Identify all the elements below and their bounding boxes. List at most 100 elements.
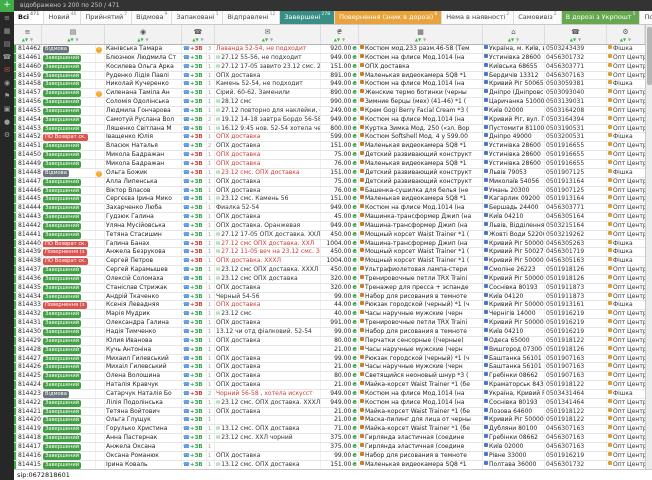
- tab-more[interactable]: Повн: [640, 11, 652, 24]
- call-button[interactable]: ☎+ЗВ: [182, 310, 207, 318]
- tab-ukrposhta[interactable]: В дорозі з Укрпошт5: [562, 11, 641, 24]
- call-button[interactable]: ☎+ЗВ: [182, 248, 207, 256]
- call-button[interactable]: ☎+ЗВ: [182, 178, 207, 186]
- table-row[interactable]: 814458ЗавершенийНиколай Кучеренко☎+ЗВ1Ка…: [14, 80, 645, 89]
- calls-icon[interactable]: ☎: [0, 51, 14, 64]
- table-row[interactable]: 814433Повернення (зКсенія Левадняя☎+ЗВ1О…: [14, 301, 645, 310]
- products-column[interactable]: ▦▲▼▼: [359, 25, 483, 44]
- table-row[interactable]: 814418ЗавершенийАнна Пастернак☎+ЗВ1✉23.1…: [14, 434, 645, 443]
- call-button[interactable]: ☎+ЗВ: [182, 328, 207, 336]
- table-row[interactable]: 814450ЗавершенийМикола Бадражан☎+ЗВ1ОПХ …: [14, 151, 645, 160]
- filter-funnel-icon[interactable]: ▼: [270, 37, 273, 42]
- order-id-link[interactable]: 814418: [17, 434, 42, 442]
- row-menu-column[interactable]: ≡▲▼▼: [14, 25, 42, 44]
- call-button[interactable]: ☎+ЗВ: [182, 284, 207, 292]
- call-button[interactable]: ☎+ЗВ: [182, 416, 207, 424]
- table-row[interactable]: 814426ЗавершенийМихаіл Гилевський☎+ЗВ1ОП…: [14, 363, 645, 372]
- call-button[interactable]: ☎+ЗВ: [182, 408, 207, 416]
- sort-arrows-icon[interactable]: ▲▼: [334, 37, 340, 42]
- table-row[interactable]: 814449ЗавершенийМикола Бадражан☎+ЗВ1ОПХ …: [14, 160, 645, 169]
- mail-icon[interactable]: ✉: [0, 64, 14, 77]
- sort-arrows-icon[interactable]: ▲▼: [67, 37, 73, 42]
- call-button[interactable]: ☎+ЗВ: [182, 125, 207, 133]
- delivery-column[interactable]: ⌂▲▼▼: [483, 25, 545, 44]
- table-row[interactable]: 814420ЗавершенийОльга Глущук☎+ЗВ121.00₴М…: [14, 416, 645, 425]
- table-row[interactable]: 814441ЗавершенийТетяна Стасишин☎+ЗВ1✉27.…: [14, 231, 645, 240]
- call-button[interactable]: ☎+ЗВ: [182, 89, 207, 97]
- tab-out-of-stock[interactable]: Нема в наявності2: [442, 11, 514, 24]
- scrollbar-thumb[interactable]: [647, 27, 652, 85]
- order-id-link[interactable]: 814446: [17, 187, 42, 195]
- call-button[interactable]: ☎+ЗВ: [182, 434, 207, 442]
- order-id-link[interactable]: 814416: [17, 452, 42, 460]
- order-id-link[interactable]: 814461: [17, 54, 42, 62]
- tab-done[interactable]: Завершені278: [280, 11, 335, 24]
- sort-arrows-icon[interactable]: ▲▼: [262, 37, 268, 42]
- sort-arrows-icon[interactable]: ▲▼: [570, 37, 576, 42]
- reports-icon[interactable]: ▣: [0, 103, 14, 116]
- add-order-button[interactable]: +: [0, 0, 14, 12]
- call-button[interactable]: ☎+ЗВ: [182, 204, 207, 212]
- order-id-link[interactable]: 814430: [17, 328, 42, 336]
- order-id-link[interactable]: 814428: [17, 346, 42, 354]
- table-row[interactable]: 814417ЗавершенийАнжела Оксана☎+ЗВ1375.00…: [14, 443, 645, 452]
- table-row[interactable]: 814455ЗавершенийЛюдмила Гончарова☎+ЗВ1✉2…: [14, 107, 645, 116]
- comments-column[interactable]: ✉▲▼▼: [215, 25, 321, 44]
- contacts-icon[interactable]: ◉: [0, 77, 14, 90]
- call-button[interactable]: ☎+ЗВ: [182, 425, 207, 433]
- flag-icon[interactable]: ⚑: [0, 90, 14, 103]
- filter-funnel-icon[interactable]: ▼: [76, 37, 79, 42]
- table-row[interactable]: 814446ЗавершенийВіктор Власов☎+ЗВ1ОПХ до…: [14, 187, 645, 196]
- call-button[interactable]: ☎+ЗВ: [182, 133, 207, 141]
- filter-funnel-icon[interactable]: ▼: [516, 37, 519, 42]
- call-button[interactable]: ☎+ЗВ: [182, 169, 207, 177]
- table-row[interactable]: 814429ЗавершенийЮлия Иванова☎+ЗВ1ОПХ дос…: [14, 337, 645, 346]
- table-row[interactable]: 814424ЗавершенийНаталія Кравчук☎+ЗВ1ОПХ …: [14, 381, 645, 390]
- table-row[interactable]: 814435ЗавершенийСтаніслав Стрижак☎+ЗВ1ОП…: [14, 284, 645, 293]
- order-id-link[interactable]: 814438: [17, 257, 42, 265]
- order-id-link[interactable]: 814457: [17, 89, 42, 97]
- table-row[interactable]: 814423ВідмоваСатарчук Наталія Бо☎+ЗВ2Чор…: [14, 390, 645, 399]
- order-id-link[interactable]: 814419: [17, 425, 42, 433]
- phone-column[interactable]: ☎▲▼▼: [545, 25, 607, 44]
- table-row[interactable]: 814416ЗавершенийОксана Романюк☎+ЗВ1ОПХ д…: [14, 452, 645, 461]
- call-button[interactable]: ☎+ЗВ: [182, 275, 207, 283]
- table-row[interactable]: 814451ЗавершенийВласюк Наталья☎+ЗВ2ОПХ д…: [14, 142, 645, 151]
- call-button[interactable]: ☎+ЗВ: [182, 355, 207, 363]
- status-icon[interactable]: ●: [0, 116, 14, 129]
- call-button[interactable]: ☎+ЗВ: [182, 399, 207, 407]
- tab-sent[interactable]: Відправлені12: [223, 11, 280, 24]
- table-row[interactable]: 814421ЗавершенийТетяна Войтович☎+ЗВ1ОПХ …: [14, 408, 645, 417]
- call-button[interactable]: ☎+ЗВ: [182, 45, 207, 53]
- call-button[interactable]: ☎+ЗВ: [182, 107, 207, 115]
- call-button[interactable]: ☎+ЗВ: [182, 116, 207, 124]
- order-id-link[interactable]: 814454: [17, 116, 42, 124]
- sort-arrows-icon[interactable]: ▲▼: [192, 37, 198, 42]
- table-row[interactable]: 814456ЗавершенийСоломія Одолінська☎+ЗВ1✉…: [14, 98, 645, 107]
- filter-funnel-icon[interactable]: ▼: [423, 37, 426, 42]
- call-button[interactable]: ☎+ЗВ: [182, 266, 207, 274]
- call-button[interactable]: ☎+ЗВ: [182, 301, 207, 309]
- order-id-link[interactable]: 814434: [17, 293, 42, 301]
- tab-accepted[interactable]: Прийнятий7: [81, 11, 132, 24]
- table-row[interactable]: 814434ЗавершенийАндрій Ткаченко☎+ЗВ1Черн…: [14, 293, 645, 302]
- order-id-link[interactable]: 814437: [17, 266, 42, 274]
- call-button[interactable]: ☎+ЗВ: [182, 231, 207, 239]
- table-row[interactable]: 814422ЗавершенийЛілія Подолінська☎+ЗВ1✉2…: [14, 399, 645, 408]
- order-id-link[interactable]: 814422: [17, 399, 42, 407]
- order-id-link[interactable]: 814424: [17, 381, 42, 389]
- dashboard-icon[interactable]: ▦: [0, 25, 14, 38]
- table-row[interactable]: 814440ПО Возврат ск.Галина Банах☎+ЗВ1✉27…: [14, 240, 645, 249]
- order-id-link[interactable]: 814458: [17, 80, 42, 88]
- call-button[interactable]: ☎+ЗВ: [182, 372, 207, 380]
- call-button[interactable]: ☎+ЗВ: [182, 443, 207, 451]
- tab-all[interactable]: Всі471: [14, 11, 44, 24]
- table-row[interactable]: 814442ЗавершенийУляна Мусійовська☎+ЗВ1ОП…: [14, 222, 645, 231]
- order-id-link[interactable]: 814440: [17, 240, 42, 248]
- order-id-link[interactable]: 814456: [17, 98, 42, 106]
- order-id-link[interactable]: 814462: [17, 45, 42, 53]
- order-id-link[interactable]: 814435: [17, 284, 42, 292]
- status-column[interactable]: ▤▲▼▼: [42, 25, 105, 44]
- order-id-link[interactable]: 814415: [17, 461, 42, 469]
- order-id-link[interactable]: 814459: [17, 72, 42, 80]
